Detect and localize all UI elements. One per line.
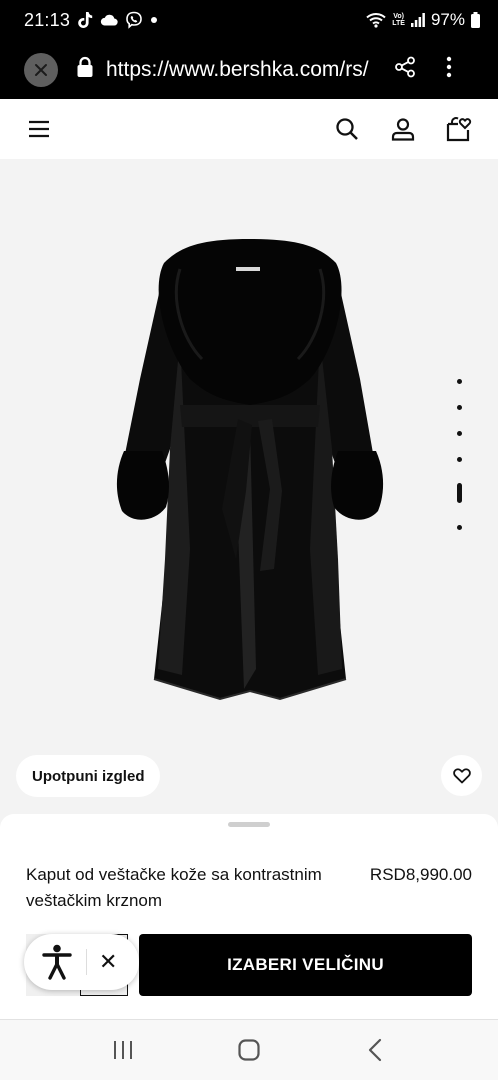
url-field[interactable]: https://www.bershka.com/rs/ (106, 58, 372, 82)
status-bar: 21:13 Vo) LTE 97% (0, 0, 498, 40)
complete-look-button[interactable]: Upotpuni izgled (16, 755, 161, 797)
account-button[interactable] (388, 114, 418, 144)
gallery-dot[interactable] (456, 457, 462, 462)
widget-divider (86, 949, 87, 975)
share-icon[interactable] (394, 56, 416, 83)
home-icon (238, 1039, 260, 1061)
gallery-dot[interactable] (456, 525, 462, 530)
recents-icon (114, 1041, 132, 1059)
battery-percent: 97% (430, 10, 465, 29)
site-header (0, 99, 498, 159)
close-widget-icon[interactable]: ✕ (99, 949, 117, 975)
close-icon (35, 63, 47, 76)
gallery-dot[interactable] (456, 405, 462, 410)
back-button[interactable] (355, 1030, 395, 1070)
battery-icon (471, 12, 480, 28)
bag-button[interactable] (444, 114, 474, 144)
search-button[interactable] (332, 114, 362, 144)
dot-icon (150, 16, 158, 24)
back-icon (368, 1038, 382, 1062)
product-info-sheet: Kaput od veštačke kože sa kontrastnim ve… (0, 814, 498, 1019)
product-photo-coat (116, 239, 384, 701)
cloud-icon (100, 14, 118, 26)
product-price: RSD8,990.00 (369, 865, 472, 884)
home-button[interactable] (229, 1030, 269, 1070)
screen: 21:13 Vo) LTE 97% https://www.bershka.co… (0, 0, 498, 1080)
recents-button[interactable] (103, 1030, 143, 1070)
wishlist-button[interactable] (441, 755, 482, 796)
status-left: 21:13 (24, 10, 158, 31)
heart-icon (452, 767, 471, 783)
viber-icon (125, 11, 143, 29)
sheet-drag-handle[interactable] (228, 822, 270, 827)
user-icon (391, 118, 415, 141)
tiktok-icon (77, 11, 93, 29)
menu-button[interactable] (24, 114, 54, 144)
menu-icon (29, 120, 49, 138)
lock-icon[interactable] (76, 56, 94, 83)
accessibility-widget[interactable]: ✕ (24, 934, 139, 990)
status-right: Vo) LTE 97% (366, 10, 480, 30)
search-icon (336, 118, 358, 140)
status-time: 21:13 (24, 9, 71, 30)
close-custom-tab-button[interactable] (24, 52, 58, 87)
gallery-dot-active[interactable] (456, 483, 462, 503)
volte-label: Vo) (393, 13, 404, 20)
more-options-icon[interactable] (446, 56, 452, 83)
accessibility-icon (42, 944, 72, 980)
gallery-dot[interactable] (456, 379, 462, 384)
wifi-icon (366, 12, 386, 28)
gallery-dot[interactable] (456, 431, 462, 436)
bag-icon (446, 117, 472, 142)
signal-icon (410, 13, 425, 27)
browser-toolbar: https://www.bershka.com/rs/ (0, 40, 498, 99)
product-name: Kaput od veštačke kože sa kontrastnim ve… (26, 865, 322, 910)
system-navigation-bar (0, 1019, 498, 1080)
product-gallery[interactable] (0, 159, 498, 819)
gallery-pagination (452, 379, 466, 551)
network-label: LTE (392, 20, 405, 27)
volte-indicator: Vo) LTE (392, 13, 405, 27)
select-size-button[interactable]: IZABERI VELIČINU (139, 934, 472, 996)
